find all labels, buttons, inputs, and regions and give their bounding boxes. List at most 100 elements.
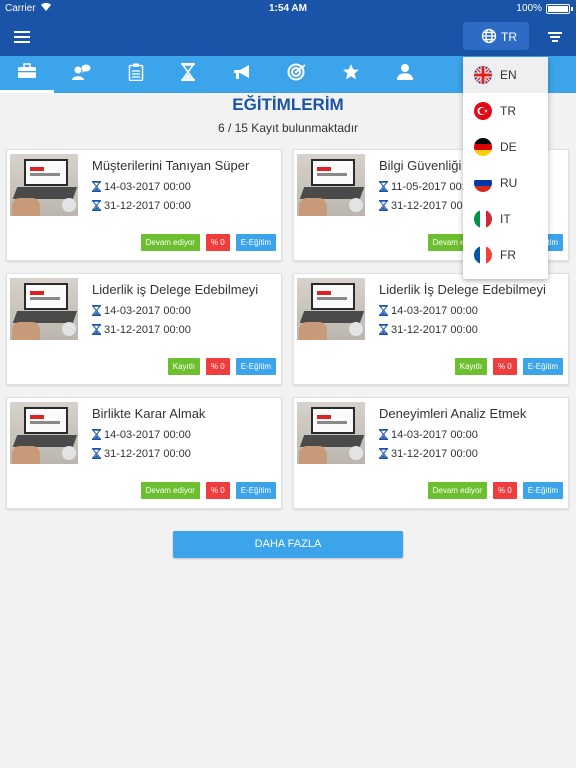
hourglass-icon [91,305,102,319]
course-badges: Devam ediyor % 0 E-Eğitim [140,482,276,499]
language-code: TR [500,104,516,118]
tab-coaching[interactable] [54,56,108,93]
type-badge: E-Eğitim [522,482,563,499]
type-badge: E-Eğitim [235,358,276,375]
course-thumbnail [297,278,365,340]
status-badge: Kayıtlı [454,358,487,375]
type-badge: E-Eğitim [522,358,563,375]
course-title: Müşterilerini Tanıyan Süper [92,158,250,173]
progress-badge: % 0 [205,482,230,499]
tab-trainings[interactable] [0,56,54,93]
language-code: EN [500,68,517,82]
status-badge: Devam ediyor [140,482,200,499]
language-option-en[interactable]: EN [463,57,548,93]
end-date-text: 31-12-2017 00:00 [104,200,191,212]
course-card[interactable]: Liderlik iş Delege Edebilmeyi 14-03-2017 … [6,273,282,385]
end-date-text: 31-12-2017 00:00 [104,324,191,336]
language-code: DE [500,140,517,154]
end-date-text: 31-12-2017 00:00 [391,448,478,460]
type-badge: E-Eğitim [235,482,276,499]
end-date-text: 31-12-2017 00:00 [391,324,478,336]
status-badge: Devam ediyor [427,482,487,499]
language-option-de[interactable]: DE [463,129,548,165]
start-date-text: 14-03-2017 00:00 [104,429,191,441]
course-thumbnail [297,154,365,216]
load-more-button[interactable]: DAHA FAZLA [173,531,403,558]
hourglass-icon [378,181,389,195]
filter-icon[interactable] [548,32,562,42]
clipboard-icon [128,63,144,86]
language-code: IT [500,212,511,226]
course-thumbnail [10,278,78,340]
battery-percent: 100% [516,3,542,14]
course-card[interactable]: Liderlik İş Delege Edebilmeyi 14-03-2017 … [293,273,569,385]
language-button[interactable]: TR [463,22,529,50]
course-badges: Devam ediyor % 0 E-Eğitim [140,234,276,251]
course-end-date: 31-12-2017 00:00 [91,200,191,214]
type-badge: E-Eğitim [235,234,276,251]
course-thumbnail [10,154,78,216]
language-code: RU [500,176,518,190]
status-badge: Kayıtlı [167,358,200,375]
progress-badge: % 0 [492,482,517,499]
start-date-text: 14-03-2017 00:00 [391,305,478,317]
start-date-text: 14-03-2017 00:00 [104,181,191,193]
course-start-date: 14-03-2017 00:00 [91,305,191,319]
briefcase-icon [17,62,37,84]
tab-exams[interactable] [161,56,215,93]
course-badges: Kayıtlı % 0 E-Eğitim [454,358,563,375]
course-start-date: 14-03-2017 00:00 [91,429,191,443]
course-card[interactable]: Birlikte Karar Almak 14-03-2017 00:00 31-1… [6,397,282,509]
hamburger-menu-icon[interactable] [14,31,30,43]
language-option-ru[interactable]: RU [463,165,548,201]
tab-goals[interactable] [270,56,324,93]
course-end-date: 31-12-2017 00:00 [378,324,478,338]
language-dropdown: EN TR DE RU IT FR [463,57,548,279]
course-card[interactable]: Deneyimleri Analiz Etmek 14-03-2017 00:00… [293,397,569,509]
tab-surveys[interactable] [109,56,163,93]
language-option-tr[interactable]: TR [463,93,548,129]
clock: 1:54 AM [269,3,307,14]
tab-favorites[interactable] [324,56,378,93]
hourglass-icon [378,200,389,214]
hourglass-icon [378,429,389,443]
course-start-date: 14-03-2017 00:00 [378,429,478,443]
hourglass-icon [91,181,102,195]
hourglass-icon [378,305,389,319]
course-title: Liderlik iş Delege Edebilmeyi [92,282,259,297]
tab-certificates[interactable] [378,56,432,93]
tab-announcements[interactable] [215,56,269,93]
uk-flag-icon [474,66,492,84]
course-title: Liderlik İş Delege Edebilmeyi [379,282,546,297]
progress-badge: % 0 [205,358,230,375]
star-icon [342,63,360,86]
course-end-date: 31-12-2017 00:00 [91,448,191,462]
megaphone-icon [232,63,252,86]
globe-icon [481,28,497,47]
hourglass-icon [181,63,195,86]
hourglass-icon [378,448,389,462]
russia-flag-icon [474,174,492,192]
course-end-date: 31-12-2017 00:00 [378,448,478,462]
course-title: Birlikte Karar Almak [92,406,206,421]
language-code: FR [500,248,516,262]
language-option-it[interactable]: IT [463,201,548,237]
progress-badge: % 0 [205,234,230,251]
status-bar: Carrier 1:54 AM 100% [0,0,576,18]
italy-flag-icon [474,210,492,228]
hourglass-icon [378,324,389,338]
course-thumbnail [10,402,78,464]
hourglass-icon [91,429,102,443]
top-navbar: TR [0,18,576,56]
language-option-fr[interactable]: FR [463,237,548,273]
hourglass-icon [91,324,102,338]
course-thumbnail [297,402,365,464]
germany-flag-icon [474,138,492,156]
course-badges: Devam ediyor % 0 E-Eğitim [427,482,563,499]
hourglass-icon [91,448,102,462]
language-button-label: TR [501,30,517,44]
battery-icon [546,4,573,14]
france-flag-icon [474,246,492,264]
turkey-flag-icon [474,102,492,120]
course-card[interactable]: Müşterilerini Tanıyan Süper 14-03-2017 00… [6,149,282,261]
